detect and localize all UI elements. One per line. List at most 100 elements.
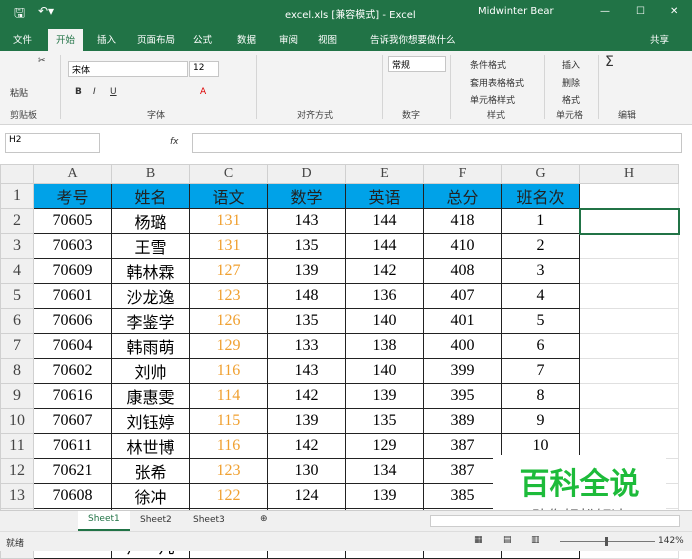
cell-E9[interactable]: 139 — [345, 383, 424, 409]
cell-B2[interactable]: 杨璐 — [111, 208, 190, 234]
underline-button[interactable]: U — [110, 87, 117, 97]
cell-H7[interactable] — [579, 333, 679, 359]
share-button[interactable]: 共享 — [650, 32, 669, 46]
row-header[interactable]: 13 — [0, 483, 34, 509]
cell-F6[interactable]: 401 — [423, 308, 502, 334]
cell-C4[interactable]: 127 — [189, 258, 268, 284]
cell-E10[interactable]: 135 — [345, 408, 424, 434]
cell-B3[interactable]: 王雪 — [111, 233, 190, 259]
cell-B4[interactable]: 韩林霖 — [111, 258, 190, 284]
row-header[interactable]: 9 — [0, 383, 34, 409]
cell-D4[interactable]: 139 — [267, 258, 346, 284]
cell-E11[interactable]: 129 — [345, 433, 424, 459]
sheet-tab-3[interactable]: Sheet3 — [193, 515, 225, 525]
cell-A8[interactable]: 70602 — [33, 358, 112, 384]
cell-D5[interactable]: 148 — [267, 283, 346, 309]
cell-D2[interactable]: 143 — [267, 208, 346, 234]
cell-D9[interactable]: 142 — [267, 383, 346, 409]
cell-D13[interactable]: 124 — [267, 483, 346, 509]
tab-review[interactable]: 审阅 — [279, 32, 298, 46]
delete-cells-button[interactable]: 删除 — [562, 76, 580, 89]
column-header-C[interactable]: C — [189, 164, 268, 184]
column-header-F[interactable]: F — [423, 164, 502, 184]
tab-insert[interactable]: 插入 — [97, 32, 116, 46]
column-header-B[interactable]: B — [111, 164, 190, 184]
cell-H4[interactable] — [579, 258, 679, 284]
row-header[interactable]: 8 — [0, 358, 34, 384]
number-format-select[interactable]: 常规 — [388, 56, 446, 72]
cell-A1[interactable]: 考号 — [33, 183, 112, 209]
cell-A2[interactable]: 70605 — [33, 208, 112, 234]
bold-button[interactable]: B — [75, 87, 82, 97]
tab-formulas[interactable]: 公式 — [193, 32, 212, 46]
cell-F13[interactable]: 385 — [423, 483, 502, 509]
font-color-button[interactable]: A — [200, 87, 206, 97]
italic-button[interactable]: I — [93, 87, 96, 97]
cell-F12[interactable]: 387 — [423, 458, 502, 484]
tab-data[interactable]: 数据 — [237, 32, 256, 46]
cell-D8[interactable]: 143 — [267, 358, 346, 384]
cell-E4[interactable]: 142 — [345, 258, 424, 284]
page-layout-view-icon[interactable]: ▤ — [503, 535, 512, 545]
cell-B8[interactable]: 刘帅 — [111, 358, 190, 384]
cell-H8[interactable] — [579, 358, 679, 384]
cell-F3[interactable]: 410 — [423, 233, 502, 259]
select-all[interactable] — [0, 164, 34, 184]
cell-A3[interactable]: 70603 — [33, 233, 112, 259]
close-button[interactable]: ✕ — [670, 6, 678, 17]
undo-icon[interactable]: ↶▾ — [38, 4, 54, 18]
cell-H1[interactable] — [579, 183, 679, 209]
row-header[interactable]: 3 — [0, 233, 34, 259]
cell-G6[interactable]: 5 — [501, 308, 580, 334]
table-format-button[interactable]: 套用表格格式 — [470, 76, 524, 89]
add-sheet-button[interactable]: ⊕ — [260, 514, 268, 524]
cell-H6[interactable] — [579, 308, 679, 334]
cell-G3[interactable]: 2 — [501, 233, 580, 259]
cell-A12[interactable]: 70621 — [33, 458, 112, 484]
cell-B10[interactable]: 刘钰婷 — [111, 408, 190, 434]
cell-E8[interactable]: 140 — [345, 358, 424, 384]
cell-A10[interactable]: 70607 — [33, 408, 112, 434]
column-header-D[interactable]: D — [267, 164, 346, 184]
cell-H2[interactable] — [578, 207, 680, 235]
cell-E2[interactable]: 144 — [345, 208, 424, 234]
name-box[interactable]: H2 — [5, 133, 100, 153]
horizontal-scrollbar[interactable] — [430, 515, 680, 527]
cell-F7[interactable]: 400 — [423, 333, 502, 359]
cell-B6[interactable]: 李鉴学 — [111, 308, 190, 334]
cell-A7[interactable]: 70604 — [33, 333, 112, 359]
cell-C12[interactable]: 123 — [189, 458, 268, 484]
cell-C10[interactable]: 115 — [189, 408, 268, 434]
font-name-select[interactable]: 宋体 — [68, 61, 188, 77]
cell-B9[interactable]: 康惠雯 — [111, 383, 190, 409]
cell-G4[interactable]: 3 — [501, 258, 580, 284]
cell-G10[interactable]: 9 — [501, 408, 580, 434]
save-icon[interactable]: 🖫 — [14, 4, 25, 26]
cell-B11[interactable]: 林世博 — [111, 433, 190, 459]
sheet-tab-2[interactable]: Sheet2 — [140, 515, 172, 525]
cell-A11[interactable]: 70611 — [33, 433, 112, 459]
cell-C2[interactable]: 131 — [189, 208, 268, 234]
cell-D1[interactable]: 数学 — [267, 183, 346, 209]
cell-G7[interactable]: 6 — [501, 333, 580, 359]
autosum-icon[interactable]: Σ — [605, 54, 614, 70]
cell-E5[interactable]: 136 — [345, 283, 424, 309]
row-header[interactable]: 1 — [0, 183, 34, 209]
cell-F5[interactable]: 407 — [423, 283, 502, 309]
cell-D7[interactable]: 133 — [267, 333, 346, 359]
cell-C6[interactable]: 126 — [189, 308, 268, 334]
tab-home[interactable]: 开始 — [48, 29, 84, 51]
cell-C8[interactable]: 116 — [189, 358, 268, 384]
insert-cells-button[interactable]: 插入 — [562, 58, 580, 71]
sheet-tab-1[interactable]: Sheet1 — [78, 511, 130, 531]
row-header[interactable]: 2 — [0, 208, 34, 234]
cell-E12[interactable]: 134 — [345, 458, 424, 484]
cell-H5[interactable] — [579, 283, 679, 309]
minimize-button[interactable]: — — [600, 6, 610, 17]
fx-icon[interactable]: fx — [170, 137, 179, 147]
normal-view-icon[interactable]: ▦ — [474, 535, 483, 545]
maximize-button[interactable]: ☐ — [636, 6, 645, 17]
row-header[interactable]: 10 — [0, 408, 34, 434]
format-cells-button[interactable]: 格式 — [562, 93, 580, 106]
cell-G8[interactable]: 7 — [501, 358, 580, 384]
